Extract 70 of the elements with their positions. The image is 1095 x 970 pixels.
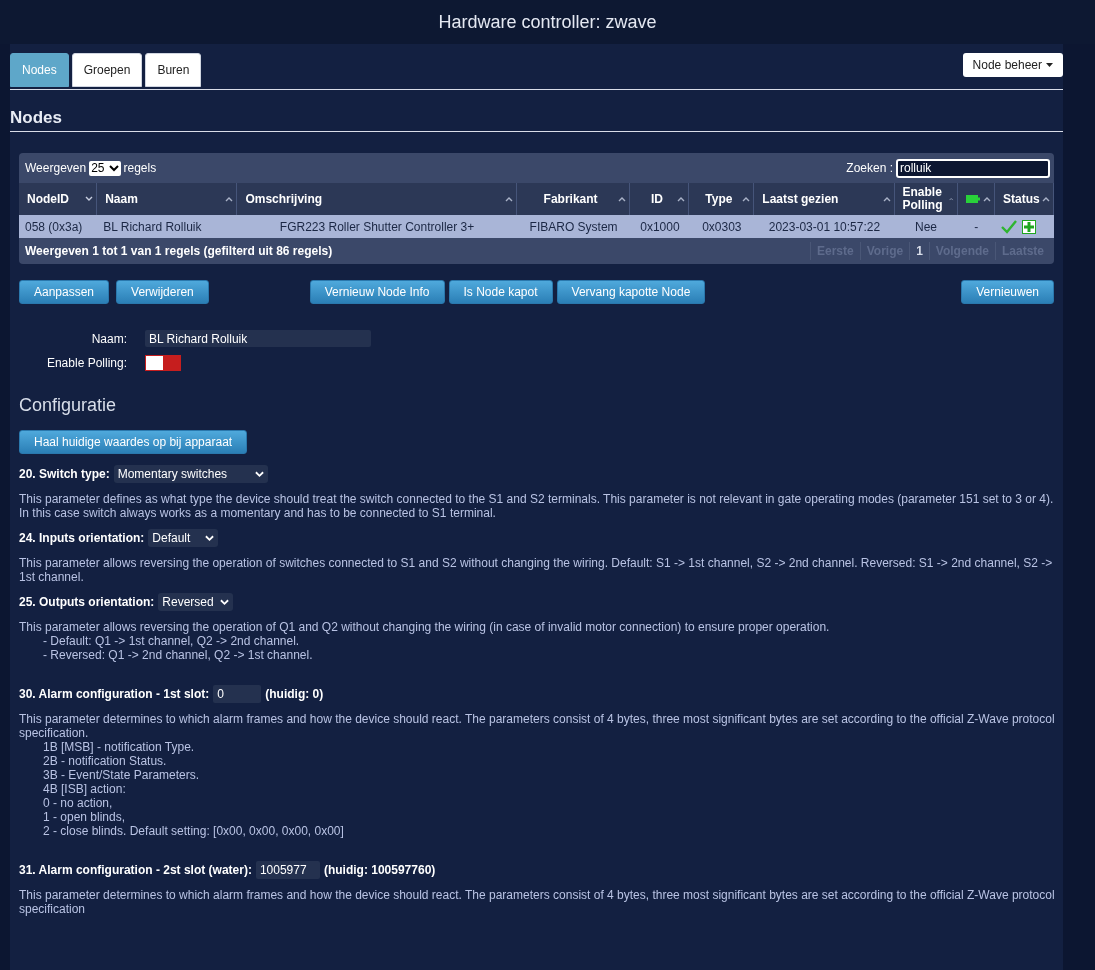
parameter-description: This parameter determines to which alarm frames and how the device should react. The parameters consist of 4 bytes, three most significant bytes are set according to the official Z-Wave protocol specification. <box>19 712 1056 740</box>
parameter-description: This parameter determines to which alarm frames and how the device should react. The parameters consist of 4 bytes, three most significant bytes are set according to the official Z-Wave protocol specification <box>19 888 1056 916</box>
current-value: (huidig: 0) <box>265 687 324 701</box>
table-cell-text: 0x0303 <box>701 219 743 234</box>
value-field[interactable]: 1005977 <box>255 861 320 879</box>
value-select[interactable]: Momentary switches <box>113 465 268 483</box>
page-title: Hardware controller: zwave <box>438 11 657 33</box>
table-cell-text: 2023-03-01 10:57:22 <box>767 219 882 234</box>
parameter-detail: 0 - no action, <box>42 796 114 810</box>
length-label: Weergeven <box>25 161 87 175</box>
table-cell-text: BL Richard Rolluik <box>102 219 203 234</box>
section-heading: Configuratie <box>19 395 118 416</box>
table-cell-text: Nee <box>914 219 938 234</box>
parameter-detail: 1 - open blinds, <box>42 810 127 824</box>
search-field[interactable]: rolluik <box>896 158 1050 178</box>
caret-icon <box>219 598 229 606</box>
column-header: Status <box>1003 192 1040 206</box>
column-header: Type <box>704 192 734 206</box>
parameter-label: 30. Alarm configuration - 1st slot: <box>19 687 210 701</box>
column-header: Omschrijving <box>245 192 323 206</box>
value-select[interactable]: Default <box>148 529 219 547</box>
parameter-description: This parameter allows reversing the operation of switches connected to S1 and S2 without changing the wiring. Default: S1 -> 1st channel, S2 -> 2nd channel. Reversed: S1 -> 2nd channel, S2 -> 1st channel. <box>19 556 1054 584</box>
column-header: Laatst gezien <box>762 192 839 206</box>
parameter-label: 20. Switch type: <box>19 467 110 481</box>
field-label: Enable Polling: <box>45 356 127 370</box>
value-field[interactable]: 0 <box>213 685 262 703</box>
current-value: (huidig: 100597760) <box>323 863 436 877</box>
caret-icon <box>205 534 215 542</box>
caret-icon <box>108 164 119 172</box>
polling-toggle[interactable] <box>145 355 181 371</box>
parameter-label: 25. Outputs orientation: <box>19 595 155 609</box>
table-cell-text: FGR223 Roller Shutter Controller 3+ <box>278 219 476 234</box>
checkmark-icon <box>1001 219 1018 234</box>
column-header: NodeID <box>27 192 69 206</box>
plus-icon[interactable] <box>1022 219 1037 234</box>
column-header: Fabrikant <box>542 192 599 206</box>
parameter-label: 31. Alarm configuration - 2st slot (water): <box>19 863 252 877</box>
length-label: regels <box>123 161 157 175</box>
parameter-detail: 1B [MSB] - notification Type. <box>42 740 196 754</box>
table-row[interactable]: 058 (0x3a) BL Richard Rolluik FGR223 Roller Shutter Controller 3+ FIBARO System 0x1000 0x0303 2023-03-01 10:57:22 Nee - <box>19 215 1054 238</box>
tab[interactable]: Buren <box>145 53 202 87</box>
parameter-detail: 2 - close blinds. Default setting: [0x00, 0x00, 0x00, 0x00] <box>42 824 345 838</box>
parameter-detail: - Reversed: Q1 -> 2nd channel, Q2 -> 1st channel. <box>42 648 314 662</box>
parameter-detail: 4B [ISB] action: <box>42 782 127 796</box>
node-menu-button[interactable]: Node beheer <box>962 53 1063 77</box>
name-field[interactable]: BL Richard Rolluik <box>145 330 371 347</box>
table-cell-text: 0x1000 <box>639 219 681 234</box>
tab[interactable]: Groepen <box>71 53 143 87</box>
parameter-label: 24. Inputs orientation: <box>19 531 145 545</box>
parameter-detail: 3B - Event/State Parameters. <box>42 768 201 782</box>
parameter-detail: 2B - notification Status. <box>42 754 168 768</box>
caret-icon <box>254 470 264 478</box>
table-cell-text: - <box>973 219 980 234</box>
parameter-detail: - Default: Q1 -> 1st channel, Q2 -> 2nd channel. <box>42 634 301 648</box>
value-select[interactable]: Reversed <box>158 593 233 611</box>
section-title: Nodes <box>10 90 1063 132</box>
battery-icon <box>965 195 980 203</box>
column-header: ID <box>649 192 664 206</box>
length-select[interactable]: 25 <box>89 160 121 176</box>
parameter-description: This parameter defines as what type the device should treat the switch connected to the S1 and S2 terminals. This parameter is not relevant in gate operating modes (parameter 151 set to 3 or 4). In this case switch always works as a momentary and has to be connected to S1 terminal. <box>19 492 1055 520</box>
field-label: Naam: <box>90 331 127 346</box>
column-header: Naam <box>105 192 138 206</box>
column-header: Enable Polling <box>902 186 944 212</box>
table-info: Weergeven 1 tot 1 van 1 regels (gefilterd uit 86 regels) <box>25 244 333 258</box>
table-cell-text: 058 (0x3a) <box>24 219 84 234</box>
search-label: Zoeken : <box>846 161 893 175</box>
pagination-link[interactable]: 1 <box>909 242 929 260</box>
parameter-description: This parameter allows reversing the operation of Q1 and Q2 without changing the wiring (in case of invalid motor connection) to ensure proper operation. <box>19 620 831 634</box>
caret-icon <box>1046 63 1053 67</box>
table-cell-text: FIBARO System <box>528 219 619 234</box>
